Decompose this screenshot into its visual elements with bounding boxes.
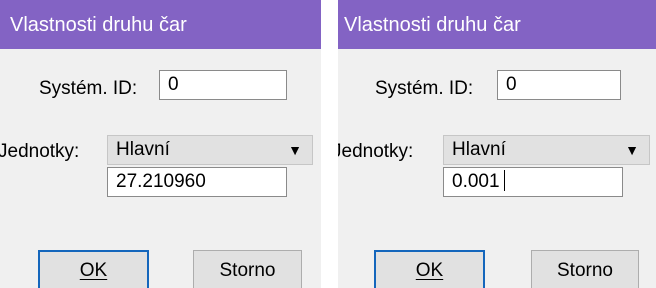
system-id-input[interactable]: 0: [159, 70, 287, 100]
scale-value-input[interactable]: 27.210960: [107, 167, 287, 197]
cancel-button[interactable]: Storno: [193, 250, 302, 288]
ok-button-label: OK: [79, 260, 108, 281]
units-dropdown[interactable]: Hlavní ▼: [443, 135, 650, 165]
ok-button[interactable]: OK: [38, 250, 149, 288]
ok-button-label: OK: [415, 260, 444, 281]
units-selected-value: Hlavní: [452, 139, 506, 160]
dropdown-arrow-icon: ▼: [625, 142, 639, 158]
system-id-value: 0: [168, 74, 179, 95]
title-bar: Vlastnosti druhu čar: [338, 0, 656, 49]
dialog-title: Vlastnosti druhu čar: [10, 14, 187, 36]
scale-value: 27.210960: [116, 171, 206, 192]
cancel-button-label: Storno: [557, 260, 613, 281]
units-label: Jednotky:: [0, 141, 80, 162]
ok-button[interactable]: OK: [374, 250, 485, 288]
cancel-button[interactable]: Storno: [531, 250, 639, 288]
system-id-label: Systém. ID:: [375, 78, 474, 99]
system-id-value: 0: [506, 74, 517, 95]
cancel-button-label: Storno: [219, 260, 276, 281]
line-type-properties-dialog: Vlastnosti druhu čar Systém. ID: 0 Jedno…: [0, 0, 321, 288]
system-id-label: Systém. ID:: [39, 78, 138, 99]
scale-value: 0.001: [452, 171, 500, 192]
units-label: Jednotky:: [338, 141, 414, 162]
line-type-properties-dialog: Vlastnosti druhu čar Systém. ID: 0 Jedno…: [338, 0, 656, 288]
units-dropdown[interactable]: Hlavní ▼: [107, 135, 313, 165]
title-bar: Vlastnosti druhu čar: [0, 0, 321, 49]
dropdown-arrow-icon: ▼: [288, 142, 302, 158]
units-selected-value: Hlavní: [116, 139, 170, 160]
text-cursor: [503, 170, 505, 191]
scale-value-input[interactable]: 0.001: [443, 167, 623, 197]
system-id-input[interactable]: 0: [497, 70, 621, 100]
dialog-title: Vlastnosti druhu čar: [344, 14, 521, 36]
